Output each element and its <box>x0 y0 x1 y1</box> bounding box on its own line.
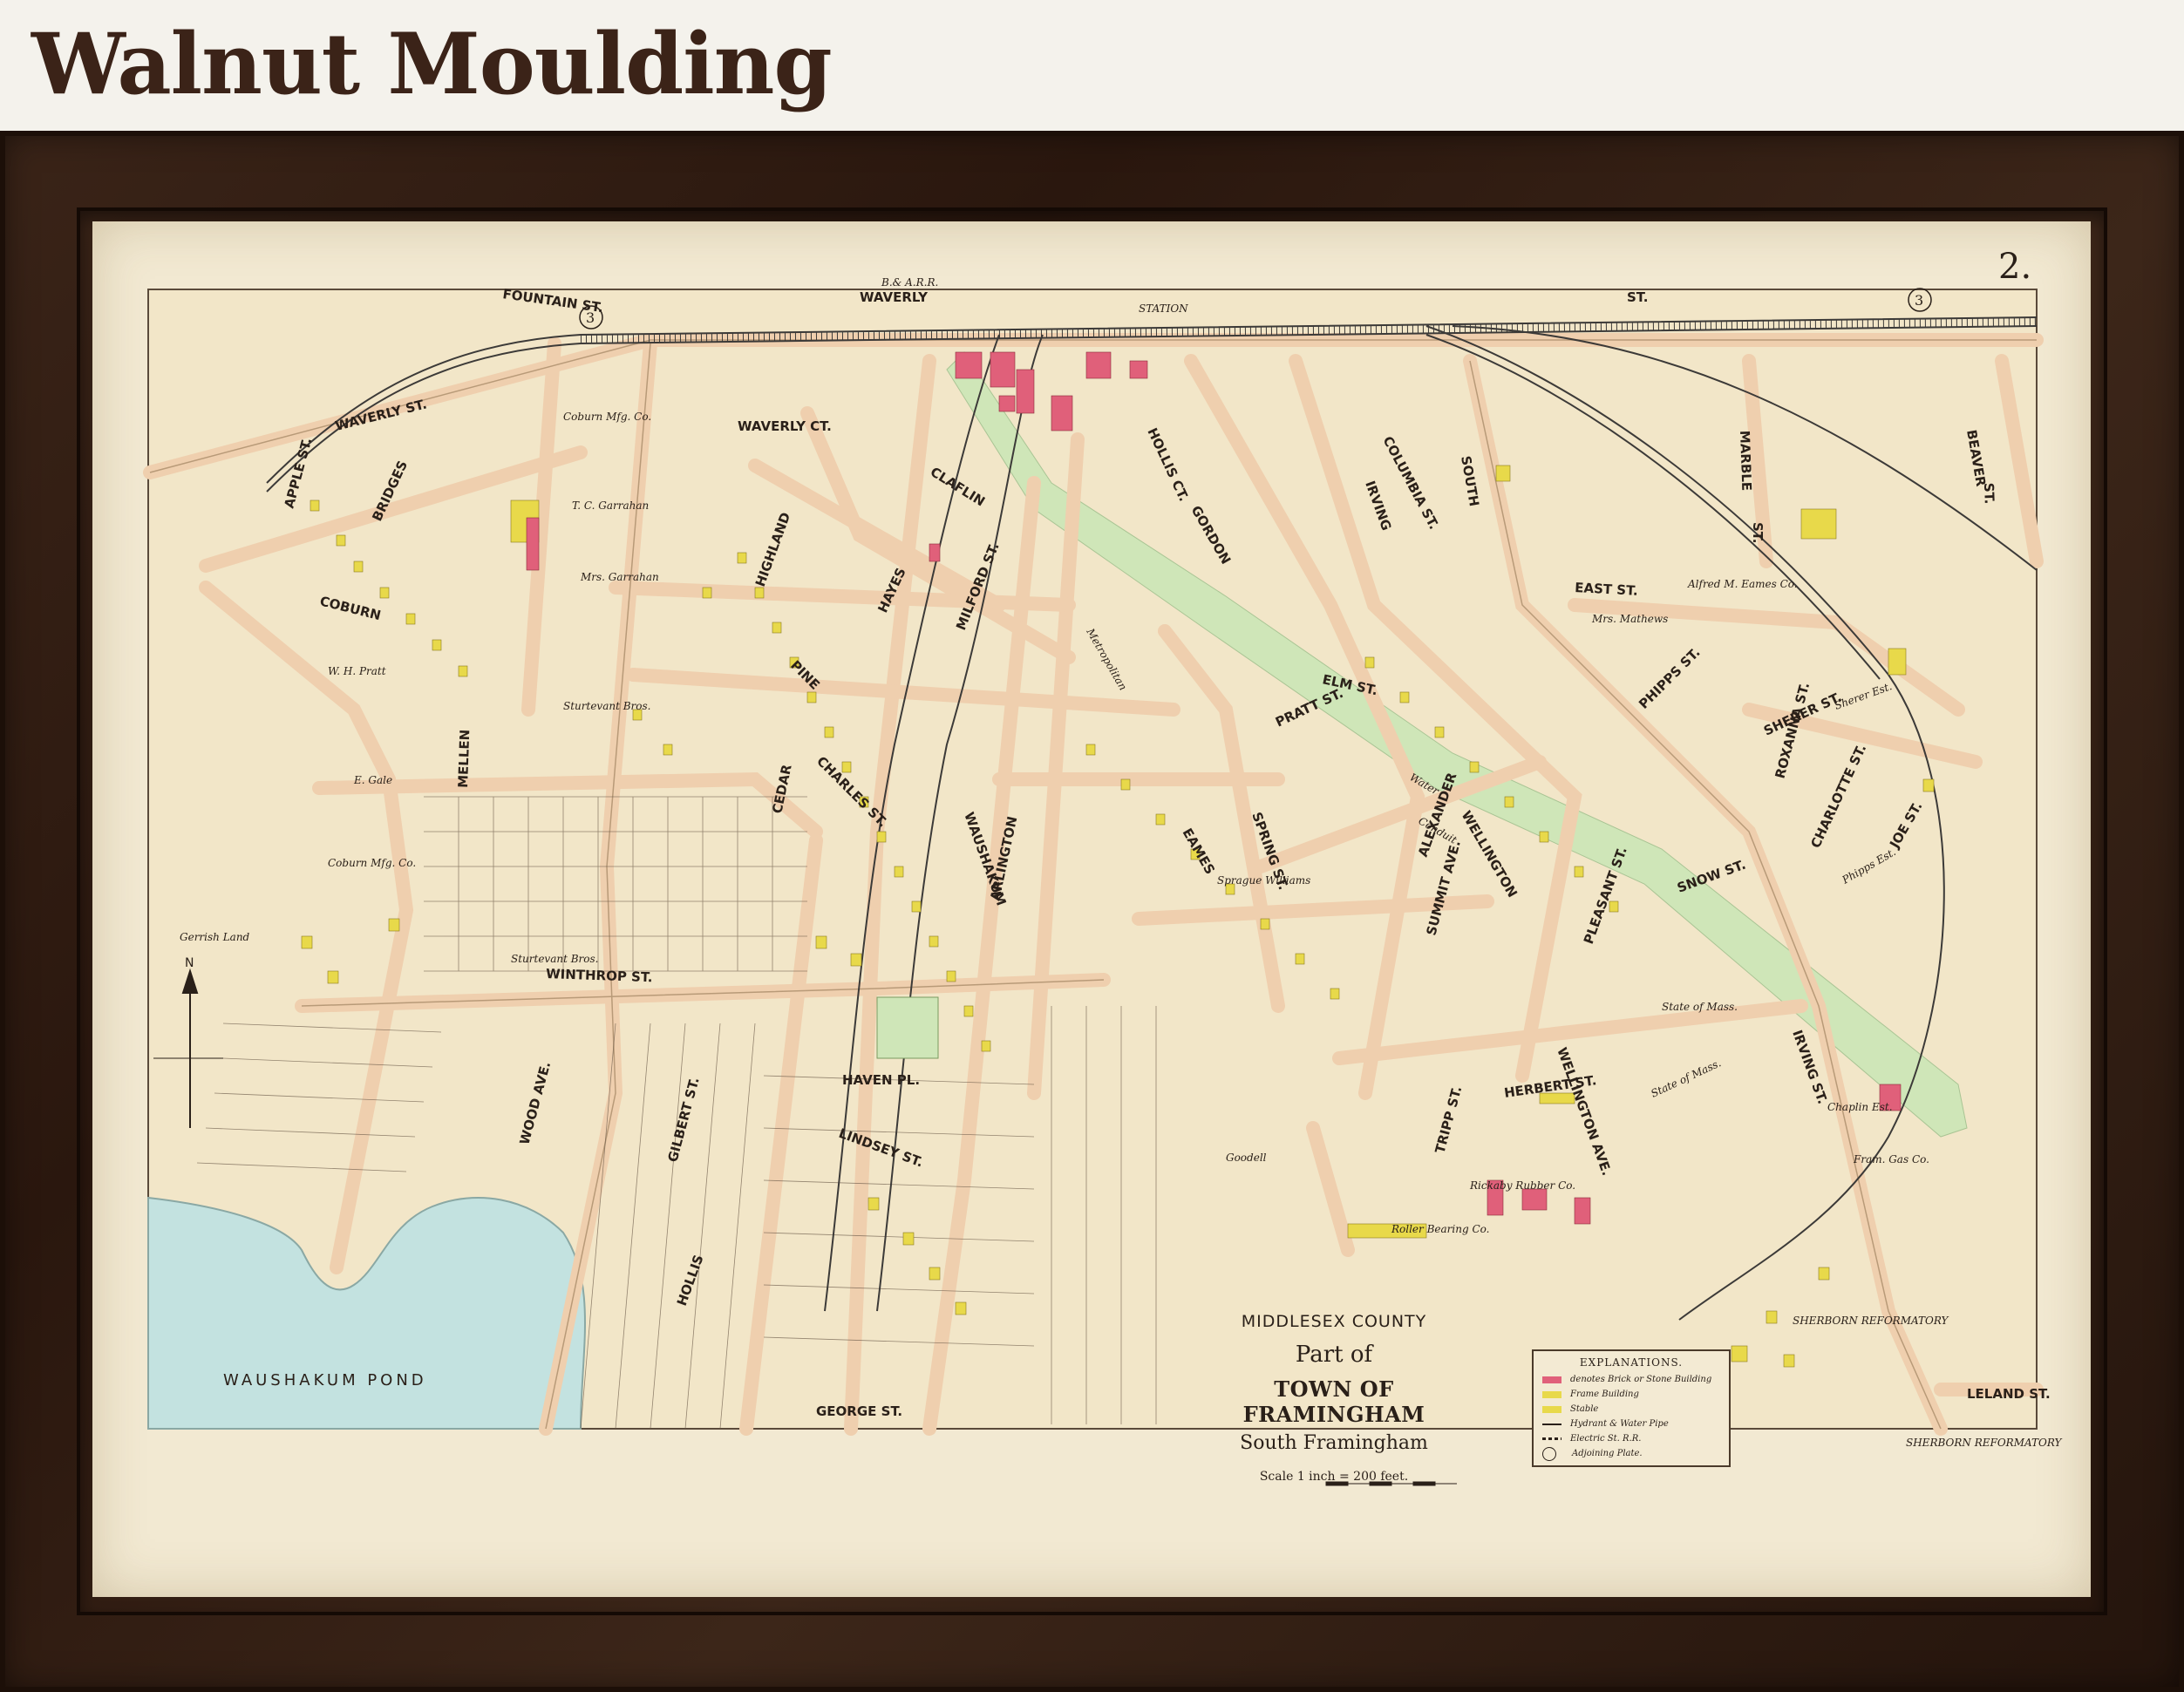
street-label: ST. <box>1981 483 1997 505</box>
area-label: Sturtevant Bros. <box>511 953 598 965</box>
legend-item: denotes Brick or Stone Building <box>1542 1372 1720 1387</box>
legend-title: EXPLANATIONS. <box>1579 1356 1684 1369</box>
title-subtitle: South Framingham <box>1240 1432 1428 1454</box>
area-label: STATION <box>1139 302 1188 315</box>
legend-label: Stable <box>1570 1404 1599 1414</box>
legend-swatch-stable <box>1542 1405 1561 1413</box>
street-label: LELAND ST. <box>1967 1386 2051 1402</box>
legend-swatch-hydrant <box>1542 1423 1561 1425</box>
street-label: ST. <box>1627 289 1648 305</box>
legend-item: Stable <box>1542 1402 1720 1417</box>
legend-swatch-electric-rr <box>1542 1437 1561 1440</box>
area-label: W. H. Pratt <box>328 665 386 677</box>
street-label: MELLEN <box>455 729 473 788</box>
map-print: N 3 3 WAUSHAKUM POND FOUNTAIN ST. WAVERLY… <box>92 221 2091 1597</box>
area-label: SHERBORN REFORMATORY <box>1793 1315 1949 1327</box>
area-label: Coburn Mfg. Co. <box>328 857 416 869</box>
map-title-block: MIDDLESEX COUNTY Part of TOWN OF FRAMING… <box>1194 1312 1473 1484</box>
area-label: Sturtevant Bros. <box>563 700 650 712</box>
area-label: Goodell <box>1226 1152 1267 1164</box>
area-label: Fram. Gas Co. <box>1853 1153 1929 1165</box>
legend-swatch-frame <box>1542 1390 1561 1398</box>
legend-label: Frame Building <box>1570 1390 1639 1399</box>
street-label: WAVERLY <box>860 289 929 305</box>
title-scale: Scale 1 inch = 200 feet. <box>1259 1470 1409 1484</box>
area-label: Alfred M. Eames Co. <box>1687 578 1798 590</box>
title-town: TOWN OF FRAMINGHAM <box>1242 1376 1425 1427</box>
legend-swatch-adjoining <box>1542 1446 1556 1461</box>
title-county: MIDDLESEX COUNTY <box>1241 1312 1427 1331</box>
area-label: Mrs. Mathews <box>1591 613 1668 625</box>
street-label: WAVERLY CT. <box>738 418 832 434</box>
street-label: HAVEN PL. <box>842 1072 920 1088</box>
legend-swatch-brick <box>1542 1376 1561 1383</box>
area-label: State of Mass. <box>1662 1001 1738 1013</box>
pond-label: WAUSHAKUM POND <box>223 1371 427 1390</box>
title-part-of: Part of <box>1295 1342 1373 1368</box>
area-label: Rickaby Rubber Co. <box>1469 1179 1575 1192</box>
legend-label: denotes Brick or Stone Building <box>1570 1375 1712 1384</box>
legend-item: Adjoining Plate. <box>1542 1446 1720 1461</box>
area-label: B.& A.R.R. <box>881 276 938 289</box>
north-label: N <box>185 956 194 970</box>
area-label: Mrs. Garrahan <box>580 571 659 583</box>
area-label: Roller Bearing Co. <box>1391 1223 1489 1235</box>
area-label: E. Gale <box>353 774 392 786</box>
area-label: T. C. Garrahan <box>572 499 649 512</box>
plate-number: 2. <box>1998 247 2032 287</box>
legend-item: Electric St. R.R. <box>1542 1431 1720 1446</box>
street-label: ST. <box>1750 522 1766 543</box>
area-label: Coburn Mfg. Co. <box>563 411 651 423</box>
legend-label: Hydrant & Water Pipe <box>1570 1419 1669 1429</box>
area-label: SHERBORN REFORMATORY <box>1906 1437 2063 1449</box>
legend-item: Frame Building <box>1542 1387 1720 1402</box>
page-title: Walnut Moulding <box>31 15 833 113</box>
map-legend: EXPLANATIONS. denotes Brick or Stone Bui… <box>1532 1349 1731 1467</box>
legend-label: Electric St. R.R. <box>1570 1434 1642 1444</box>
street-label: GEORGE ST. <box>816 1403 902 1419</box>
legend-item: Hydrant & Water Pipe <box>1542 1417 1720 1431</box>
adjoining-plate-number-right: 3 <box>1915 292 1923 309</box>
legend-label: Adjoining Plate. <box>1572 1449 1643 1458</box>
park-square <box>876 996 939 1059</box>
area-label: Sprague Williams <box>1217 874 1310 887</box>
map-drawing: N 3 3 WAUSHAKUM POND FOUNTAIN ST. WAVERLY… <box>143 276 2063 1486</box>
street-label: EAST ST. <box>1575 580 1638 599</box>
street-label: MARBLE <box>1737 431 1754 492</box>
area-label: Chaplin Est. <box>1827 1101 1893 1113</box>
area-label: Gerrish Land <box>180 931 250 943</box>
